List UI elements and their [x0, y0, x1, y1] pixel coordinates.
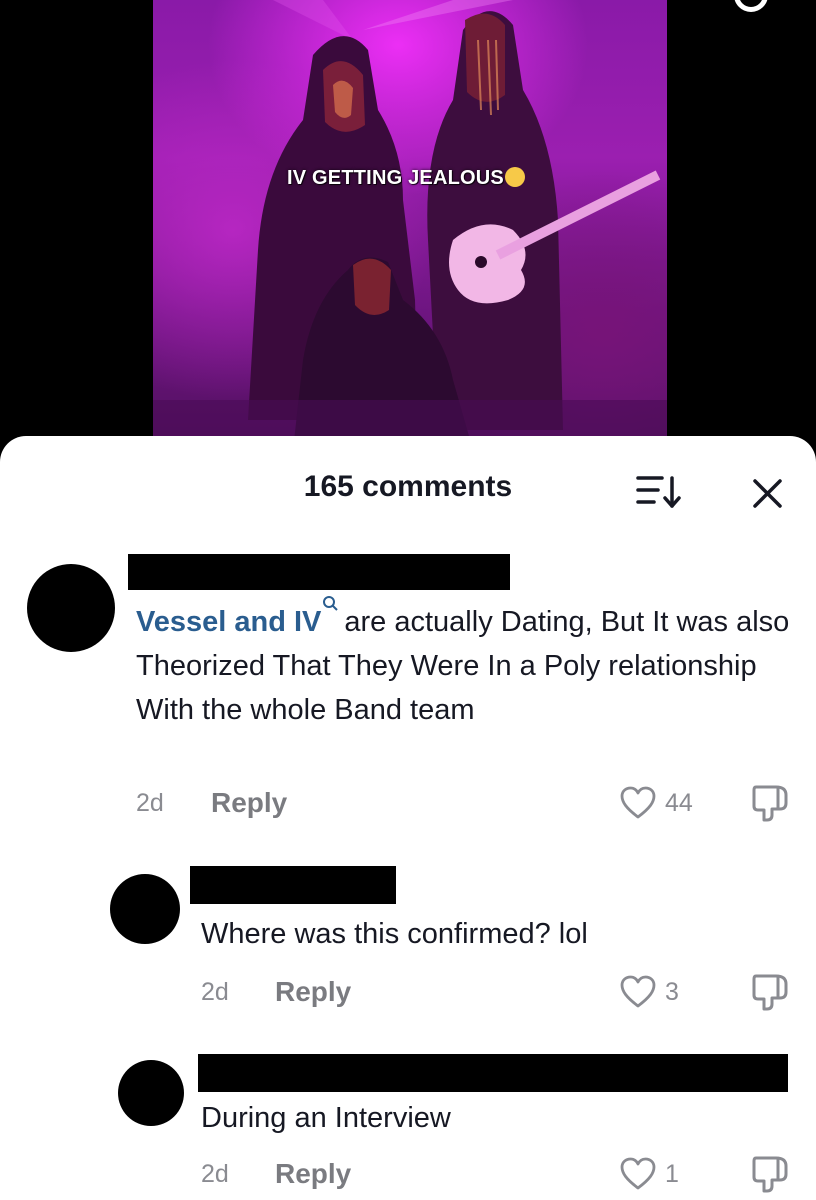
heart-icon[interactable] [620, 1157, 656, 1196]
sort-icon[interactable] [634, 472, 686, 512]
like-count: 3 [665, 978, 679, 1006]
comment-text: During an Interview [201, 1102, 451, 1134]
like-count: 44 [665, 789, 693, 817]
video-caption: IV GETTING JEALOUS [287, 167, 525, 190]
dislike-icon[interactable] [750, 1154, 792, 1199]
reply-button[interactable]: Reply [275, 976, 351, 1008]
comment-item: Vessel and IV are actually Dating, But It… [0, 554, 816, 854]
reply-button[interactable]: Reply [211, 787, 287, 819]
video-scene [153, 0, 667, 450]
heart-icon[interactable] [620, 786, 656, 825]
redacted-username [128, 554, 510, 590]
redacted-username [190, 866, 396, 904]
close-icon[interactable] [744, 470, 790, 516]
heart-icon[interactable] [620, 975, 656, 1014]
comment-time: 2d [201, 1160, 229, 1188]
comment-text: Vessel and IV are actually Dating, But It… [136, 595, 806, 732]
comment-time: 2d [201, 978, 229, 1006]
video-player[interactable]: IV GETTING JEALOUS [0, 0, 816, 450]
like-count: 1 [665, 1160, 679, 1188]
reply-button[interactable]: Reply [275, 1158, 351, 1190]
video-frame [153, 0, 667, 450]
crying-emoji-icon [504, 167, 525, 187]
reply-comment-item: During an Interview 2d Reply 1 [0, 1054, 816, 1200]
redacted-username [198, 1054, 788, 1092]
comments-count-title: 165 comments [303, 470, 513, 503]
comment-text: Where was this confirmed? lol [201, 918, 588, 950]
reply-comment-item: Where was this confirmed? lol 2d Reply 3 [0, 866, 816, 1036]
avatar[interactable] [27, 564, 115, 652]
mention-search-icon[interactable] [322, 595, 339, 617]
avatar[interactable] [118, 1060, 184, 1126]
comments-sheet: 165 comments Vessel and IV are actually D… [0, 436, 816, 1200]
search-icon[interactable] [734, 0, 768, 12]
avatar[interactable] [110, 874, 180, 944]
comment-time: 2d [136, 789, 164, 817]
dislike-icon[interactable] [750, 972, 792, 1017]
dislike-icon[interactable] [750, 783, 792, 828]
video-caption-text: IV GETTING JEALOUS [287, 167, 504, 189]
mention-link[interactable]: Vessel and IV [136, 606, 321, 638]
